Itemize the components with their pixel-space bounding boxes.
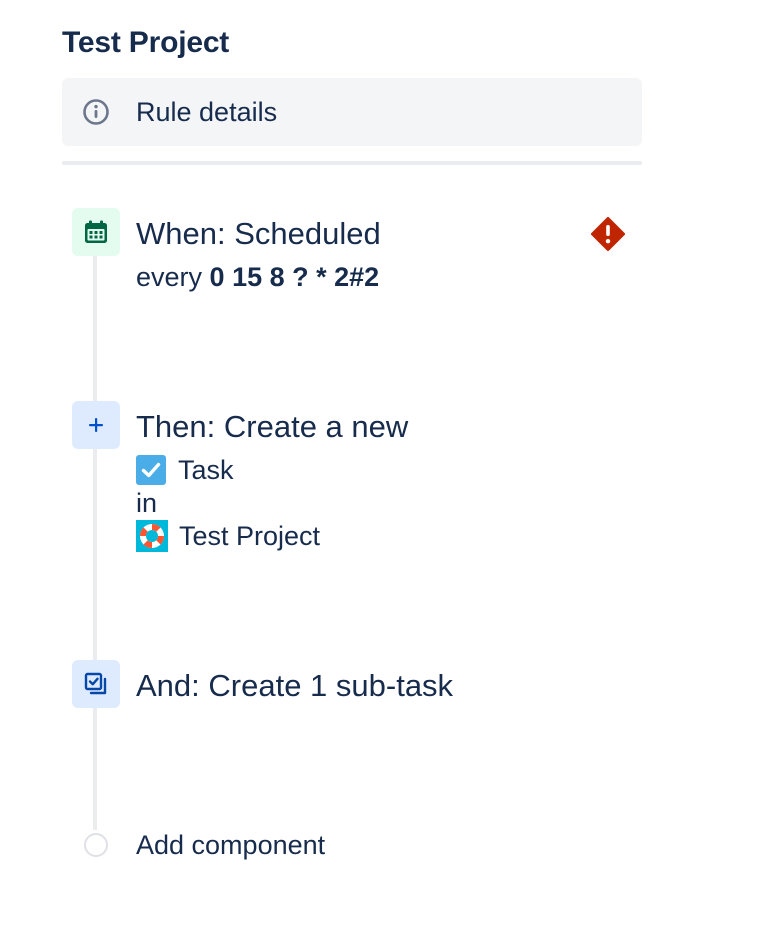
project-title: Test Project [62,26,230,59]
task-checkbox-icon [136,455,166,485]
subtask-step-icon[interactable] [72,660,120,708]
info-icon [83,99,109,125]
action-step-icon[interactable] [72,401,120,449]
rule-details-button[interactable]: Rule details [62,78,642,146]
action-step-title[interactable]: Then: Create a new [136,407,408,447]
issue-type-label: Task [178,455,234,485]
lifebuoy-project-icon [136,520,168,552]
plus-icon [89,418,103,432]
timeline-connector [93,240,97,830]
connector-row: in [136,486,157,520]
connector-label: in [136,488,158,518]
trigger-step-title[interactable]: When: Scheduled [136,214,381,254]
cron-expression: 0 15 8 ? * 2#2 [209,262,380,292]
rule-editor-panel: Test Project Rule details When: Schedule… [0,0,780,948]
issue-type-row: Task [136,453,234,487]
target-project-row: Test Project [136,519,320,553]
schedule-expression: every 0 15 8 ? * 2#2 [136,260,379,294]
schedule-prefix: every [136,262,203,292]
subtask-icon [84,672,107,695]
subtask-step-title[interactable]: And: Create 1 sub-task [136,666,453,706]
trigger-step-icon[interactable] [72,208,120,256]
add-component-link[interactable]: Add component [136,828,325,862]
calendar-icon [85,220,107,243]
error-diamond-icon[interactable] [590,216,626,252]
rule-details-label: Rule details [136,97,278,127]
add-component-circle-icon[interactable] [84,833,108,857]
target-project-label: Test Project [179,521,321,551]
divider [62,161,642,165]
